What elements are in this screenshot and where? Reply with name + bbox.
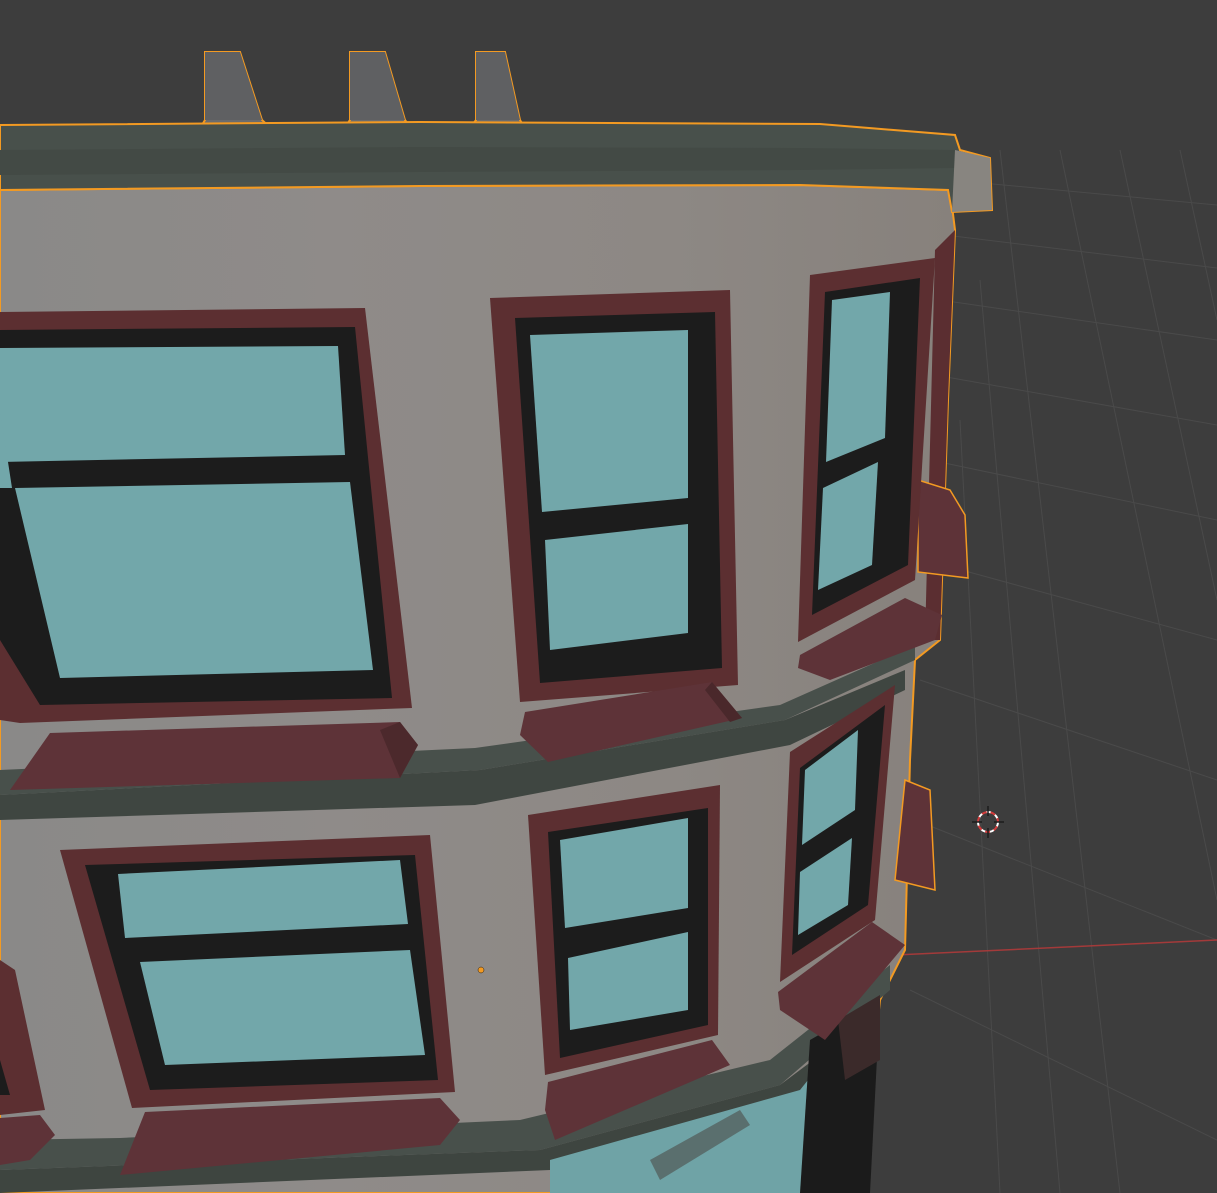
glass-pane — [140, 950, 425, 1065]
glass-pane — [0, 346, 345, 462]
glass-pane — [545, 524, 688, 650]
3d-viewport[interactable] — [0, 0, 1217, 1193]
glass-pane — [826, 292, 890, 462]
glass-pane — [15, 482, 373, 678]
glass-pane — [530, 330, 688, 512]
object-origin — [477, 966, 485, 974]
window-upper-middle — [490, 290, 742, 762]
building-model[interactable] — [0, 51, 994, 1193]
